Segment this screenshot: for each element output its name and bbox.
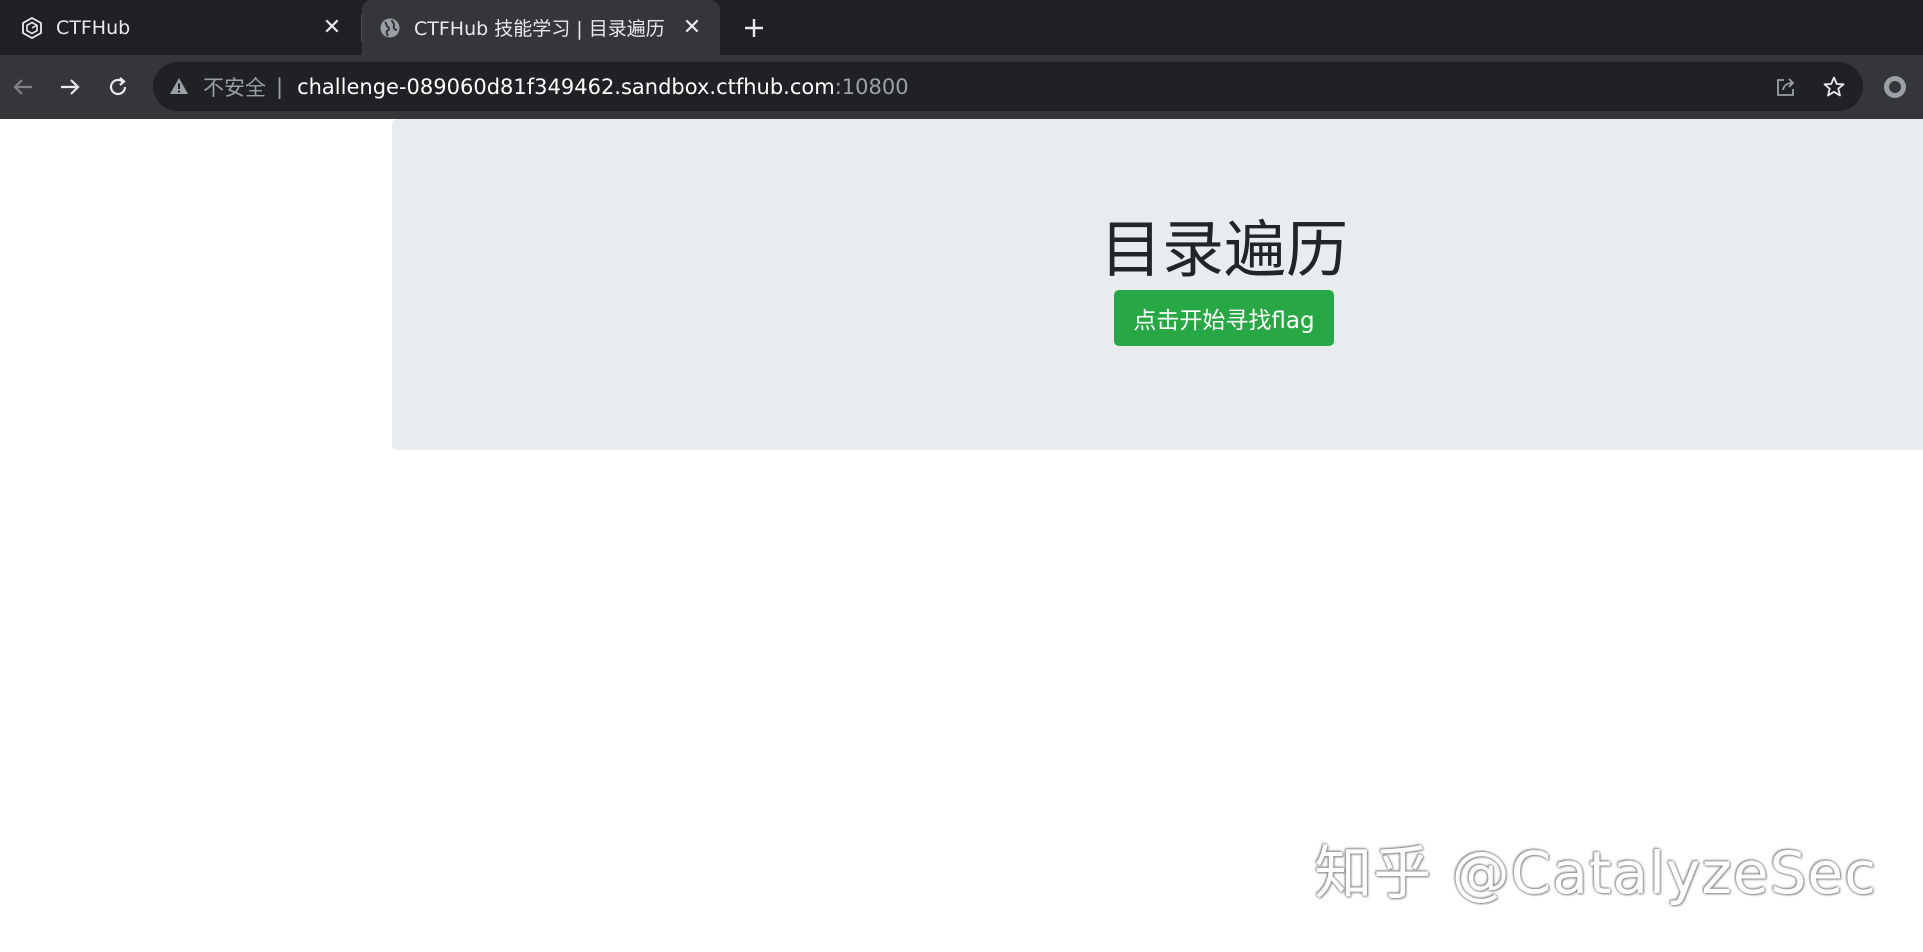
browser-toolbar: 不安全 | challenge-089060d81f349462.sandbox… — [0, 55, 1923, 119]
browser-window: CTFHub ✕ CTFHub 技能学习 | 目录遍历 ✕ 不安全 | chal… — [0, 0, 1923, 952]
page-viewport: 目录遍历 点击开始寻找flag 知乎 @CatalyzeSec — [0, 119, 1923, 952]
tab-title: CTFHub — [56, 16, 131, 39]
ctfhub-logo-icon — [20, 16, 44, 40]
watermark: 知乎 @CatalyzeSec — [1314, 839, 1877, 907]
url-host: challenge-089060d81f349462.sandbox.ctfhu… — [297, 74, 835, 99]
back-arrow-icon[interactable] — [5, 69, 41, 105]
jumbotron: 目录遍历 点击开始寻找flag — [392, 119, 1923, 450]
url-port: :10800 — [834, 74, 909, 99]
bookmark-star-icon[interactable] — [1817, 70, 1851, 104]
globe-icon — [378, 16, 402, 40]
security-status-label[interactable]: 不安全 — [203, 72, 266, 102]
jumbotron-content: 目录遍历 点击开始寻找flag — [392, 119, 1923, 347]
tab-directory-traversal[interactable]: CTFHub 技能学习 | 目录遍历 ✕ — [362, 0, 720, 55]
address-bar[interactable]: 不安全 | challenge-089060d81f349462.sandbox… — [153, 62, 1863, 111]
reload-icon[interactable] — [100, 69, 136, 105]
close-tab-icon[interactable]: ✕ — [318, 13, 346, 41]
warning-icon[interactable] — [169, 76, 191, 98]
tab-strip: CTFHub ✕ CTFHub 技能学习 | 目录遍历 ✕ — [0, 0, 1923, 55]
new-tab-icon[interactable] — [738, 12, 770, 44]
profile-avatar-icon[interactable] — [1877, 69, 1913, 105]
address-separator: | — [276, 74, 284, 99]
page-title: 目录遍历 — [1099, 213, 1348, 286]
start-find-flag-button[interactable]: 点击开始寻找flag — [1114, 290, 1334, 347]
forward-arrow-icon[interactable] — [52, 69, 88, 105]
tab-title: CTFHub 技能学习 | 目录遍历 — [414, 18, 665, 40]
tab-ctfhub[interactable]: CTFHub ✕ — [0, 0, 360, 55]
share-icon[interactable] — [1769, 70, 1803, 104]
close-tab-icon[interactable]: ✕ — [678, 13, 706, 41]
